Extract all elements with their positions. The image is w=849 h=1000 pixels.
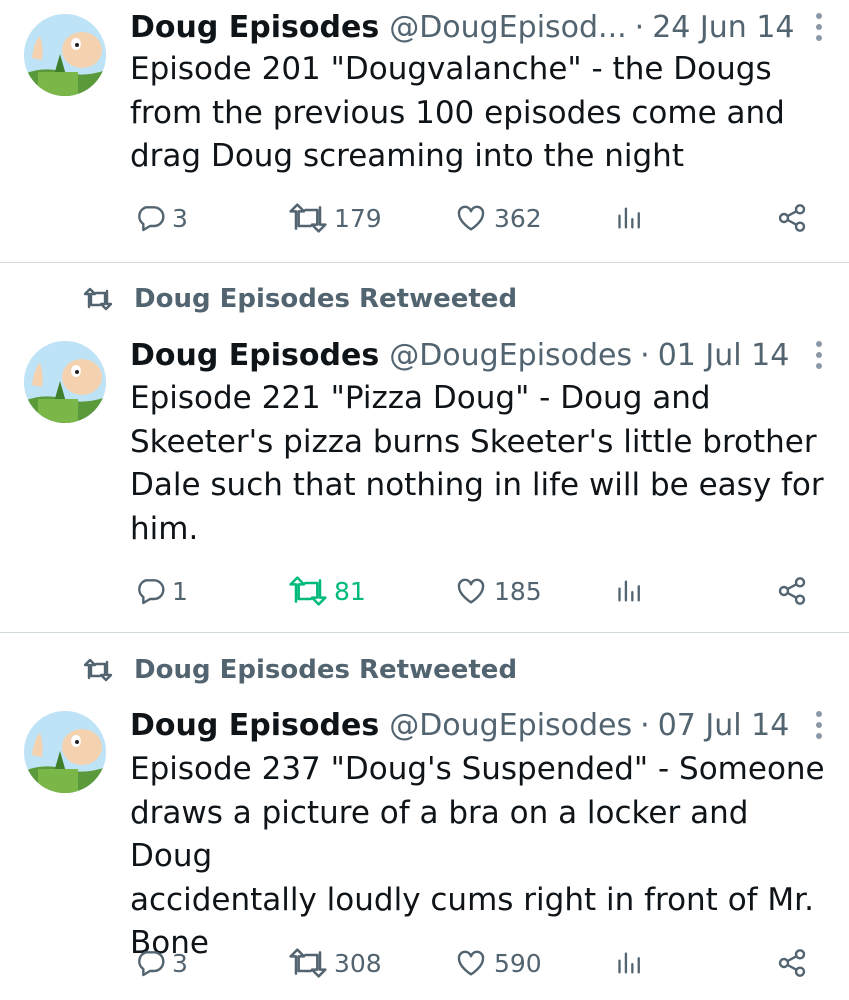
tweet-feed: Doug Episodes @DougEpisod... · 24 Jun 14… [0,0,849,1000]
tweet-text-line: him. [130,510,199,547]
tweet-text-line: accidentally loudly cums right in front … [130,881,814,918]
tweet-actions: 3 179 362 [130,198,820,238]
tweet-text-line: drag Doug screaming into the night [130,138,684,174]
views-button[interactable] [616,198,644,238]
avatar[interactable] [24,341,106,423]
tweet-text-line: from the previous 100 episodes come and [130,94,785,131]
retweet-icon [289,948,327,978]
views-icon [618,952,640,974]
tweet-header: Doug Episodes @DougEpisodes · 01 Jul 14 [130,335,789,375]
tweet-date[interactable]: 07 Jul 14 [658,708,790,743]
retweet-count: 179 [334,203,382,233]
retweet-icon [289,576,327,606]
tweet-text-line: Skeeter's pizza burns Skeeter's little b… [130,423,817,460]
heart-icon [457,205,485,231]
avatar[interactable] [24,14,106,96]
retweet-icon [80,657,120,683]
reply-button[interactable]: 1 [134,571,188,611]
like-count: 185 [494,576,542,606]
avatar[interactable] [24,711,106,793]
reply-icon [138,206,165,232]
share-icon [778,577,806,605]
share-button[interactable] [776,198,808,238]
reply-count: 1 [172,576,188,606]
retweet-button[interactable]: 179 [288,198,382,238]
like-count: 362 [494,203,542,233]
separator-dot: · [640,707,650,743]
tweet-actions: 3 308 590 [130,943,820,983]
more-icon[interactable] [812,7,826,47]
reply-icon [138,579,165,605]
reply-count: 3 [172,948,188,978]
tweet-text-line: Dale such that nothing in life will be e… [130,467,824,503]
display-name[interactable]: Doug Episodes [130,10,379,45]
tweet-text: Episode 221 "Pizza Doug" - Doug and Skee… [130,377,830,551]
separator-dot: · [634,9,645,45]
retweet-icon [80,286,120,312]
more-icon[interactable] [812,335,826,375]
tweet-header: Doug Episodes @DougEpisod... · 24 Jun 14 [130,7,795,47]
views-icon [618,580,640,602]
reply-count: 3 [172,203,188,233]
retweet-context: Doug Episodes Retweeted [80,282,517,316]
reply-button[interactable]: 3 [134,943,188,983]
retweet-count: 81 [334,576,366,606]
heart-icon [457,950,485,976]
separator-dot: · [640,337,650,373]
user-handle[interactable]: @DougEpisodes [389,708,632,743]
reply-button[interactable]: 3 [134,198,188,238]
retweeted-by-label[interactable]: Doug Episodes Retweeted [134,284,517,314]
user-handle[interactable]: @DougEpisod... [389,10,626,45]
tweet-text-line: Episode 201 "Dougvalanche" - the Dougs [130,51,772,87]
retweet-icon [289,203,327,233]
tweet-actions: 1 81 185 [130,571,820,611]
retweeted-by-label[interactable]: Doug Episodes Retweeted [134,655,517,685]
share-icon [778,204,806,232]
tweet[interactable]: Doug Episodes Retweeted Doug Episodes @D… [0,633,849,1000]
share-button[interactable] [776,571,808,611]
heart-icon [457,578,485,604]
tweet-text: Episode 201 "Dougvalanche" - the Dougs f… [130,48,830,179]
tweet-text: Episode 237 "Doug's Suspended" - Someone… [130,748,830,966]
retweet-button[interactable]: 308 [288,943,382,983]
tweet-text-line: Episode 221 "Pizza Doug" - Doug and [130,380,711,416]
tweet-header: Doug Episodes @DougEpisodes · 07 Jul 14 [130,705,789,745]
share-button[interactable] [776,943,808,983]
reply-icon [138,951,165,977]
retweet-button[interactable]: 81 [288,571,366,611]
like-button[interactable]: 590 [454,943,542,983]
share-icon [778,949,806,977]
more-icon[interactable] [812,705,826,745]
like-button[interactable]: 362 [454,198,542,238]
tweet-text-line: draws a picture of a bra on a locker and… [130,794,749,875]
display-name[interactable]: Doug Episodes [130,708,379,743]
user-handle[interactable]: @DougEpisodes [389,338,632,373]
retweet-context: Doug Episodes Retweeted [80,653,517,687]
like-count: 590 [494,948,542,978]
tweet-text-line: Episode 237 "Doug's Suspended" - Someone [130,751,825,787]
views-button[interactable] [616,571,644,611]
like-button[interactable]: 185 [454,571,542,611]
tweet[interactable]: Doug Episodes @DougEpisod... · 24 Jun 14… [0,0,849,262]
views-icon [618,207,640,229]
retweet-count: 308 [334,948,382,978]
tweet[interactable]: Doug Episodes Retweeted Doug Episodes @D… [0,263,849,632]
tweet-date[interactable]: 24 Jun 14 [652,10,794,45]
views-button[interactable] [616,943,644,983]
tweet-date[interactable]: 01 Jul 14 [658,338,790,373]
display-name[interactable]: Doug Episodes [130,338,379,373]
